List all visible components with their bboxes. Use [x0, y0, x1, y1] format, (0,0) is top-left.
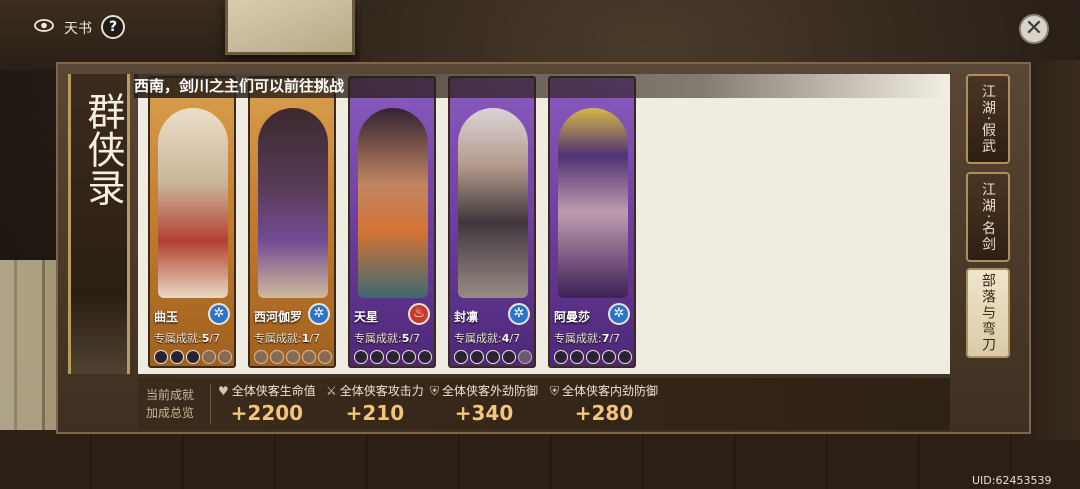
title-decoration [71, 294, 127, 374]
bonus-item-inner-defense: ⛨ 全体侠客内劲防御 +280 [550, 384, 659, 425]
hero-name: 曲玉 [154, 310, 179, 324]
hero-achievement: 专属成就:5/7 [354, 332, 421, 345]
shield-icon: ⛨ [550, 384, 560, 398]
bonus-summary: 当前成就 加成总览 ♥ 全体侠客生命值 +2200 ⚔ 全体侠客攻击力 +210 ⛨… [138, 378, 950, 430]
hero-name: 阿曼莎 [554, 310, 591, 324]
achievement-dots [154, 350, 232, 364]
tab-buluo-wandao[interactable]: 部落与弯刀 [966, 268, 1010, 358]
star-icon: ✲ [208, 303, 230, 325]
bonus-label: 当前成就 加成总览 [146, 388, 195, 420]
fire-icon: ♨ [408, 303, 430, 325]
achievement-dots [254, 350, 332, 364]
close-button[interactable]: ✕ [1019, 14, 1049, 44]
hero-achievement: 专属成就:7/7 [554, 332, 621, 345]
achievement-dots [354, 350, 432, 364]
star-icon: ✲ [508, 303, 530, 325]
bonus-item-attack: ⚔ 全体侠客攻击力 +210 [326, 384, 424, 425]
hero-portrait [258, 108, 328, 298]
hero-card[interactable]: ✲ 封凛 专属成就:4/7 [448, 76, 536, 368]
sword-icon: ⚔ [326, 384, 337, 398]
shield-icon: ⛨ [430, 384, 440, 398]
divider [210, 384, 211, 424]
user-id: UID:62453539 [972, 474, 1052, 487]
help-button[interactable]: ? [101, 15, 125, 39]
bonus-value: +280 [574, 401, 634, 425]
hero-card[interactable]: ♨ 天星 专属成就:5/7 [348, 76, 436, 368]
background-floor [0, 430, 1080, 489]
main-panel: 群侠录 ✲ 曲玉 专属成就:5/7 ✲ 西河伽罗 专属成就:1/7 ♨ 天星 专… [56, 62, 1031, 434]
star-icon: ✲ [608, 303, 630, 325]
hero-portrait [358, 108, 428, 298]
bonus-item-outer-defense: ⛨ 全体侠客外劲防御 +340 [430, 384, 539, 425]
star-icon: ✲ [308, 303, 330, 325]
hero-portrait [158, 108, 228, 298]
hero-card[interactable]: ✲ 曲玉 专属成就:5/7 [148, 76, 236, 368]
hero-portrait [458, 108, 528, 298]
hero-portrait [558, 108, 628, 298]
eye-icon[interactable] [34, 19, 54, 32]
hero-achievement: 专属成就:1/7 [254, 332, 321, 345]
bonus-value: +340 [454, 401, 514, 425]
hero-card[interactable]: ✲ 阿曼莎 专属成就:7/7 [548, 76, 636, 368]
bonus-value: +2200 [230, 401, 304, 425]
hero-name: 天星 [354, 310, 379, 324]
title-block: 群侠录 [68, 74, 130, 374]
background-card [225, 0, 355, 55]
panel-title: 群侠录 [81, 92, 125, 206]
tab-jianghu-mingjian[interactable]: 江湖·名剑 [966, 172, 1010, 262]
tab-jianghu-jiawu[interactable]: 江湖·假武 [966, 74, 1010, 164]
hero-card[interactable]: ✲ 西河伽罗 专属成就:1/7 [248, 76, 336, 368]
achievement-dots [454, 350, 532, 364]
hero-achievement: 专属成就:5/7 [154, 332, 221, 345]
top-title: 天书 [64, 21, 92, 37]
notice-banner: 西南，剑川之主们可以前往挑战 [134, 74, 944, 98]
hero-achievement: 专属成就:4/7 [454, 332, 521, 345]
heart-icon: ♥ [218, 384, 229, 398]
hero-name: 封凛 [454, 310, 479, 324]
bonus-item-hp: ♥ 全体侠客生命值 +2200 [218, 384, 316, 425]
achievement-dots [554, 350, 632, 364]
bonus-value: +210 [345, 401, 405, 425]
hero-name: 西河伽罗 [254, 310, 303, 324]
